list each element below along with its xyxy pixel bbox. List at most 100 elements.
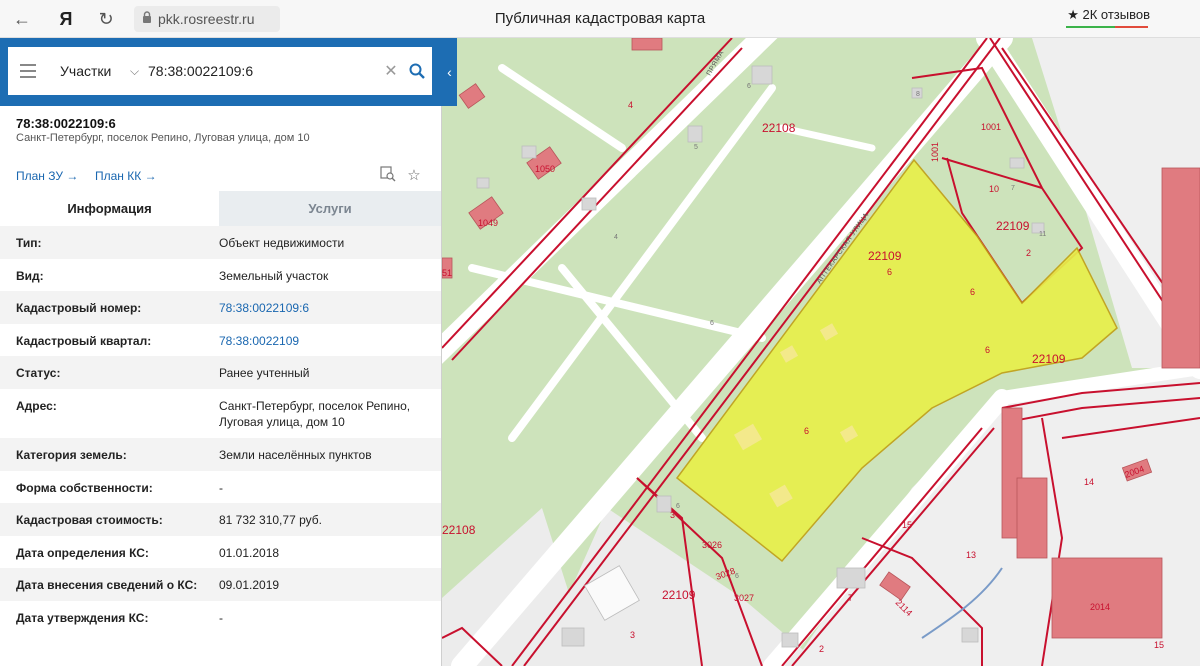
- table-row: Тип: Объект недвижимости: [0, 226, 441, 259]
- table-row: Дата утверждения КС: -: [0, 601, 441, 634]
- building-label: 5: [694, 144, 698, 151]
- info-table: Тип: Объект недвижимости Вид: Земельный уч…: [0, 226, 441, 634]
- search-icon[interactable]: [402, 47, 432, 95]
- star-icon[interactable]: ☆: [404, 166, 424, 186]
- layer-select[interactable]: Участки: [60, 63, 130, 79]
- parcel-label: 7: [848, 593, 853, 603]
- parcel-label: 4: [628, 100, 633, 110]
- reload-icon[interactable]: ↻: [94, 7, 118, 31]
- parcel-label: 15: [902, 520, 912, 530]
- parcel-label: 1049: [478, 218, 498, 228]
- browser-toolbar: ← Я ↻ pkk.rosreestr.ru Публичная кадастр…: [0, 0, 1200, 38]
- row-key: Статус:: [16, 366, 61, 381]
- parcel-label: 3026: [702, 540, 722, 550]
- table-row: Кадастровый квартал: 78:38:0022109: [0, 324, 441, 357]
- search-box: Участки ⌵ 78:38:0022109:6 ✕: [8, 47, 432, 95]
- cadastral-quarter-link[interactable]: 78:38:0022109: [219, 333, 439, 357]
- menu-icon[interactable]: [8, 47, 48, 95]
- cadastral-number-link[interactable]: 78:38:0022109:6: [219, 300, 439, 324]
- building-label: 4: [614, 234, 618, 241]
- quarter-label: 22108: [762, 121, 796, 135]
- row-key: Кадастровая стоимость:: [16, 513, 163, 528]
- table-row: Вид: Земельный участок: [0, 259, 441, 292]
- quarter-label: 22109: [662, 588, 696, 602]
- parcel-label: 6: [804, 426, 809, 436]
- table-row: Адрес: Санкт-Петербург, поселок Репино, Л…: [0, 389, 441, 438]
- row-key: Дата утверждения КС:: [16, 610, 149, 625]
- clear-icon[interactable]: ✕: [380, 61, 402, 81]
- parcel-label: 6: [985, 345, 990, 355]
- reviews-badge[interactable]: ★ 2К отзывов: [1067, 7, 1150, 23]
- reviews-label: 2К отзывов: [1082, 7, 1150, 22]
- row-key: Тип:: [16, 236, 42, 250]
- row-key: Дата определения КС:: [16, 545, 149, 560]
- building-label: 6: [735, 573, 739, 580]
- row-value: Объект недвижимости: [219, 236, 345, 250]
- parcel-label: 2: [1026, 248, 1031, 258]
- quarter-label: 22109: [1032, 352, 1066, 366]
- table-row: Категория земель: Земли населённых пункто…: [0, 437, 441, 471]
- collapse-panel-icon[interactable]: ‹: [442, 56, 457, 88]
- parcel-label: 10: [989, 184, 999, 194]
- search-bar: Участки ⌵ 78:38:0022109:6 ✕ ‹: [0, 38, 457, 106]
- tab-bar: Информация Услуги: [0, 191, 441, 226]
- row-value: Земли населённых пунктов: [219, 447, 372, 462]
- row-key: Вид:: [16, 268, 44, 283]
- row-value: -: [219, 610, 223, 625]
- row-key: Дата внесения сведений о КС:: [16, 578, 198, 593]
- plan-zu-link[interactable]: План ЗУ →: [16, 169, 78, 183]
- map-canvas[interactable]: 22108 22109 22109 22109 22108 22109 1001…: [442, 38, 1200, 666]
- info-panel: Участки ⌵ 78:38:0022109:6 ✕ ‹ 78:38:0022…: [0, 38, 457, 666]
- parcel-label: 6: [887, 267, 892, 277]
- parcel-label: 13: [966, 550, 976, 560]
- table-row: Кадастровый номер: 78:38:0022109:6: [0, 291, 441, 324]
- yandex-logo-icon[interactable]: Я: [54, 7, 78, 31]
- row-value: 01.01.2018: [219, 545, 280, 560]
- search-input[interactable]: 78:38:0022109:6: [148, 63, 380, 79]
- cadastral-map[interactable]: 22108 22109 22109 22109 22108 22109 1001…: [442, 38, 1200, 666]
- parcel-label: 3: [630, 630, 635, 640]
- parcel-label: 2014: [1090, 602, 1110, 612]
- row-value: Земельный участок: [219, 268, 329, 283]
- row-value: Ранее учтенный: [219, 366, 310, 381]
- parcel-label: 51: [442, 268, 452, 278]
- parcel-label: 3: [670, 510, 675, 520]
- parcel-label: 1001: [930, 142, 940, 162]
- parcel-label: 6: [970, 287, 975, 297]
- address-bar[interactable]: pkk.rosreestr.ru: [134, 6, 280, 32]
- zoom-to-object-icon[interactable]: [378, 166, 398, 186]
- parcel-label: 15: [1154, 640, 1164, 650]
- quarter-label: 22109: [868, 249, 902, 263]
- url-text: pkk.rosreestr.ru: [158, 11, 255, 27]
- quarter-label: 22108: [442, 523, 476, 537]
- building-label: 6: [710, 320, 714, 327]
- object-address: Санкт-Петербург, поселок Репино, Луговая…: [16, 132, 310, 144]
- building-label: 7: [1011, 185, 1015, 192]
- table-row: Дата внесения сведений о КС: 09.01.2019: [0, 568, 441, 601]
- tab-info[interactable]: Информация: [0, 191, 219, 226]
- row-value: -: [219, 480, 223, 495]
- parcel-label: 1001: [981, 122, 1001, 132]
- row-key: Кадастровый квартал:: [16, 333, 152, 348]
- table-row: Форма собственности: -: [0, 471, 441, 504]
- row-value: 09.01.2019: [219, 578, 280, 593]
- row-key: Адрес:: [16, 398, 57, 413]
- parcel-label: 14: [1084, 477, 1094, 487]
- table-row: Кадастровая стоимость: 81 732 310,77 руб.: [0, 503, 441, 536]
- building-label: 6: [676, 503, 680, 510]
- row-value: 81 732 310,77 руб.: [219, 513, 322, 528]
- building-label: 6: [747, 83, 751, 90]
- tab-services[interactable]: Услуги: [219, 191, 441, 226]
- plan-kk-link[interactable]: План КК →: [95, 169, 157, 183]
- building-label: 8: [916, 91, 920, 98]
- building-label: 11: [1039, 231, 1046, 238]
- chevron-down-icon[interactable]: ⌵: [130, 64, 148, 79]
- parcel-label: 2: [819, 644, 824, 654]
- row-key: Категория земель:: [16, 447, 127, 462]
- back-arrow-icon[interactable]: ←: [10, 7, 34, 31]
- reviews-rating-bar: [1066, 26, 1148, 28]
- row-key: Кадастровый номер:: [16, 301, 142, 316]
- table-row: Дата определения КС: 01.01.2018: [0, 536, 441, 569]
- parcel-label: 1050: [535, 164, 555, 174]
- row-value: Санкт-Петербург, поселок Репино, Луговая…: [219, 398, 411, 429]
